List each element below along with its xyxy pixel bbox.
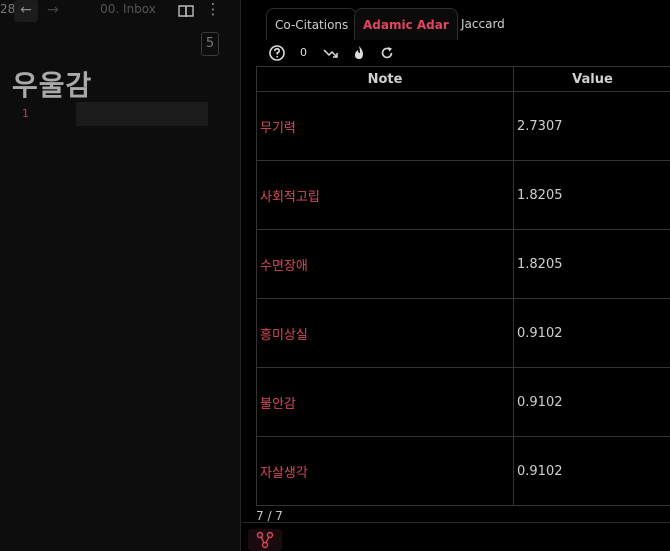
column-header-value[interactable]: Value <box>513 66 670 92</box>
tab-adamic-adar[interactable]: Adamic Adar <box>354 8 458 40</box>
flame-icon[interactable] <box>350 44 368 62</box>
table-row: 불안감 0.9102 <box>256 367 670 437</box>
back-arrow-icon[interactable]: ← <box>14 0 38 22</box>
line-number: 1 <box>22 107 29 120</box>
forward-arrow-icon[interactable]: → <box>42 0 64 22</box>
table-row: 수면장애 1.8205 <box>256 229 670 299</box>
note-link[interactable]: 흥미상실 <box>256 298 514 368</box>
value-cell: 0.9102 <box>513 436 670 506</box>
table-row: 흥미상실 0.9102 <box>256 298 670 368</box>
trend-down-icon[interactable] <box>322 44 340 62</box>
pagination-count: 7 / 7 <box>256 509 283 523</box>
result-count: 0 <box>300 46 307 59</box>
active-line[interactable] <box>76 102 208 126</box>
note-heading[interactable]: 우울감 <box>12 64 92 104</box>
refresh-icon[interactable] <box>378 44 396 62</box>
note-link[interactable]: 불안감 <box>256 367 514 437</box>
table-header-row: Note Value <box>256 66 670 92</box>
help-icon[interactable] <box>268 44 286 62</box>
value-cell: 0.9102 <box>513 367 670 437</box>
tab-number: 28 <box>0 2 16 16</box>
book-open-icon[interactable] <box>177 2 195 20</box>
more-options-icon[interactable]: ⋮ <box>205 0 221 20</box>
results-table: Note Value 무기력 2.7307 사회적고립 1.8205 수면장애 … <box>256 66 670 506</box>
tab-jaccard[interactable]: Jaccard <box>453 8 513 40</box>
editor-pane: 28 ← → 00. Inbox ⋮ 5 우울감 1 <box>0 0 241 551</box>
table-row: 자살생각 0.9102 <box>256 436 670 506</box>
column-header-note[interactable]: Note <box>256 66 514 92</box>
breadcrumb-title[interactable]: 00. Inbox <box>88 2 168 16</box>
graph-analysis-pane: Co-Citations Adamic Adar Jaccard 0 Note … <box>242 0 670 551</box>
editor-header: 28 ← → 00. Inbox ⋮ <box>0 0 241 22</box>
value-cell: 1.8205 <box>513 160 670 230</box>
tab-co-citations[interactable]: Co-Citations <box>266 8 358 40</box>
note-link[interactable]: 수면장애 <box>256 229 514 299</box>
table-row: 사회적고립 1.8205 <box>256 160 670 230</box>
table-row: 무기력 2.7307 <box>256 91 670 161</box>
value-cell: 0.9102 <box>513 298 670 368</box>
value-cell: 2.7307 <box>513 91 670 161</box>
value-cell: 1.8205 <box>513 229 670 299</box>
note-link[interactable]: 사회적고립 <box>256 160 514 230</box>
note-link[interactable]: 무기력 <box>256 91 514 161</box>
graph-view-button[interactable] <box>248 529 282 551</box>
note-link[interactable]: 자살생각 <box>256 436 514 506</box>
count-badge[interactable]: 5 <box>201 32 219 56</box>
divider <box>242 522 670 523</box>
graph-nodes-icon <box>256 531 274 549</box>
